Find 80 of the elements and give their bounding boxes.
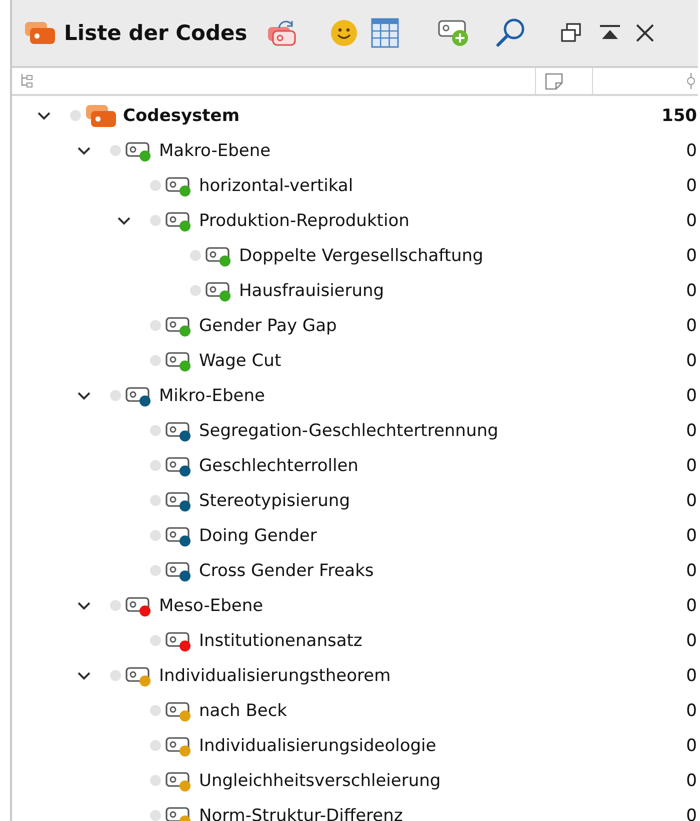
code-label[interactable]: Stereotypisierung: [199, 490, 350, 510]
coded-segments-count: 0: [686, 280, 697, 300]
status-dot: [110, 390, 121, 401]
collapse-chevron-icon[interactable]: [37, 110, 51, 120]
status-dot: [150, 355, 161, 366]
status-dot: [150, 460, 161, 471]
coded-segments-count: 0: [686, 630, 697, 650]
code-label[interactable]: Mikro-Ebene: [159, 386, 265, 406]
status-dot: [150, 810, 161, 821]
code-label[interactable]: Cross Gender Freaks: [199, 560, 374, 580]
coded-segments-count: 0: [686, 246, 697, 266]
coded-segments-count: 0: [686, 210, 697, 230]
status-dot: [110, 145, 121, 156]
codes-icon: [85, 104, 117, 128]
coded-segments-count: 0: [686, 526, 697, 546]
coded-segments-count: 150: [662, 106, 697, 126]
status-dot: [150, 530, 161, 541]
status-dot: [150, 565, 161, 576]
coded-segments-count: 0: [686, 140, 697, 160]
coded-segments-count: 0: [686, 806, 697, 821]
coded-segments-count: 0: [686, 700, 697, 720]
status-dot: [150, 180, 161, 191]
collapse-chevron-icon[interactable]: [117, 216, 131, 226]
code-label[interactable]: Produktion-Reproduktion: [199, 210, 410, 230]
hierarchy-icon[interactable]: [20, 73, 34, 89]
codes-icon: [24, 21, 56, 45]
collapse-chevron-icon[interactable]: [77, 390, 91, 400]
coded-segments-count: 0: [686, 770, 697, 790]
maximize-panel-icon[interactable]: [599, 24, 622, 42]
collapse-chevron-icon[interactable]: [77, 146, 91, 156]
status-dot: [110, 600, 121, 611]
code-label[interactable]: Hausfrauisierung: [239, 280, 384, 300]
status-dot: [150, 320, 161, 331]
status-dot: [110, 670, 121, 681]
segments-icon[interactable]: [686, 72, 696, 90]
status-dot: [150, 775, 161, 786]
coded-segments-count: 0: [686, 420, 697, 440]
code-label[interactable]: Meso-Ebene: [159, 596, 264, 616]
coded-segments-count: 0: [686, 560, 697, 580]
status-dot: [190, 285, 201, 296]
code-label[interactable]: Codesystem: [123, 106, 240, 126]
status-dot: [190, 250, 201, 261]
coded-segments-count: 0: [686, 736, 697, 756]
coded-segments-count: 0: [686, 456, 697, 476]
status-dot: [150, 215, 161, 226]
code-label[interactable]: Institutionenansatz: [199, 630, 362, 650]
coded-segments-count: 0: [686, 666, 697, 686]
status-dot: [150, 495, 161, 506]
code-label[interactable]: nach Beck: [199, 700, 288, 720]
code-label[interactable]: Doppelte Vergesellschaftung: [239, 246, 484, 266]
code-label[interactable]: Doing Gender: [199, 526, 317, 546]
code-label[interactable]: horizontal-vertikal: [199, 176, 354, 196]
code-label[interactable]: Segregation-Geschlechtertrennung: [199, 420, 498, 440]
status-dot: [150, 635, 161, 646]
panel-title: Liste der Codes: [64, 21, 248, 45]
close-icon[interactable]: [635, 23, 656, 43]
status-dot: [70, 110, 81, 121]
smiley-icon[interactable]: [329, 18, 360, 48]
collapse-chevron-icon[interactable]: [77, 670, 91, 680]
code-label[interactable]: Gender Pay Gap: [199, 316, 337, 336]
coded-segments-count: 0: [686, 176, 697, 196]
coded-segments-count: 0: [686, 316, 697, 336]
table-icon[interactable]: [371, 18, 400, 48]
code-label[interactable]: Ungleichheitsverschleierung: [199, 770, 441, 790]
status-dot: [150, 705, 161, 716]
code-label[interactable]: Norm-Struktur-Differenz: [199, 806, 403, 821]
code-label[interactable]: Individualisierungstheorem: [159, 666, 391, 686]
coded-segments-count: 0: [686, 596, 697, 616]
code-label[interactable]: Geschlechterrollen: [199, 456, 358, 476]
code-label[interactable]: Individualisierungsideologie: [199, 736, 436, 756]
coded-segments-count: 0: [686, 350, 697, 370]
coded-segments-count: 0: [686, 386, 697, 406]
coded-segments-count: 0: [686, 490, 697, 510]
code-label[interactable]: Makro-Ebene: [159, 140, 271, 160]
collapse-chevron-icon[interactable]: [77, 600, 91, 610]
memo-icon[interactable]: [544, 72, 564, 90]
restore-window-icon[interactable]: [559, 22, 584, 44]
status-dot: [150, 740, 161, 751]
status-dot: [150, 425, 161, 436]
code-label[interactable]: Wage Cut: [199, 350, 282, 370]
